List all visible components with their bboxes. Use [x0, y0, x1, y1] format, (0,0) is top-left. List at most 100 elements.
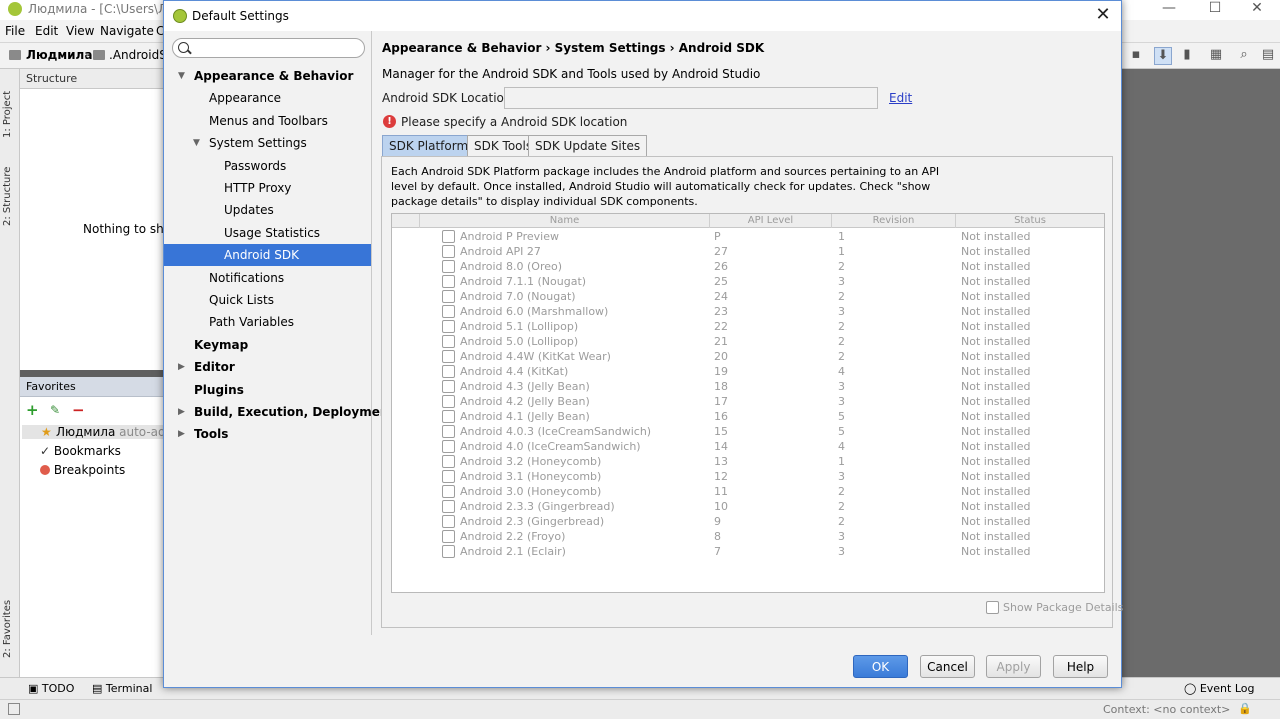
package-checkbox[interactable]	[442, 350, 455, 363]
favorites-tool-tab[interactable]: 2: Favorites	[2, 589, 18, 669]
tree-item[interactable]: Appearance	[209, 87, 281, 109]
menu-navigate[interactable]: Navigate	[100, 24, 154, 38]
package-checkbox[interactable]	[442, 425, 455, 438]
close-icon[interactable]: ✕	[1091, 4, 1115, 28]
table-row[interactable]: Android 4.4W (KitKat Wear) 20 2 Not install…	[392, 349, 1104, 364]
column-header-name[interactable]: Name	[420, 214, 710, 228]
package-checkbox[interactable]	[442, 515, 455, 528]
tree-item[interactable]: Tools	[194, 423, 228, 445]
expand-arrow-icon[interactable]: ▼	[193, 132, 200, 154]
package-checkbox[interactable]	[442, 275, 455, 288]
status-toggle-icon[interactable]	[8, 703, 20, 715]
tree-item[interactable]: HTTP Proxy	[224, 177, 291, 199]
package-checkbox[interactable]	[442, 290, 455, 303]
package-checkbox[interactable]	[442, 305, 455, 318]
tab-sdk-update-sites[interactable]: SDK Update Sites	[528, 135, 648, 156]
table-row[interactable]: Android 4.3 (Jelly Bean) 18 3 Not installed	[392, 379, 1104, 394]
package-checkbox[interactable]	[442, 455, 455, 468]
tree-item[interactable]: Updates	[224, 199, 274, 221]
tree-item[interactable]: Keymap	[194, 334, 248, 356]
lock-icon[interactable]: 🔒	[1238, 702, 1252, 715]
package-checkbox[interactable]	[442, 530, 455, 543]
add-icon[interactable]: +	[26, 401, 39, 419]
table-row[interactable]: Android 2.3.3 (Gingerbread) 10 2 Not instal…	[392, 499, 1104, 514]
table-row[interactable]: Android 6.0 (Marshmallow) 23 3 Not installe…	[392, 304, 1104, 319]
package-checkbox[interactable]	[442, 470, 455, 483]
table-row[interactable]: Android 4.4 (KitKat) 19 4 Not installed	[392, 364, 1104, 379]
column-header-revision[interactable]: Revision	[832, 214, 956, 228]
tree-item[interactable]: Editor	[194, 356, 235, 378]
package-checkbox[interactable]	[442, 335, 455, 348]
column-header-api-level[interactable]: API Level	[710, 214, 832, 228]
cancel-button[interactable]: Cancel	[920, 655, 975, 678]
package-checkbox[interactable]	[442, 395, 455, 408]
tree-item[interactable]: Notifications	[209, 267, 284, 289]
favorite-item[interactable]: ✓ Bookmarks	[40, 444, 121, 458]
sdk-location-field[interactable]	[504, 87, 878, 109]
package-checkbox[interactable]	[442, 320, 455, 333]
collapse-arrow-icon[interactable]: ▶	[178, 356, 185, 378]
sdk-manager-icon[interactable]: ⬇	[1154, 47, 1172, 65]
project-structure-icon[interactable]: ▦	[1207, 47, 1225, 65]
collapse-arrow-icon[interactable]: ▶	[178, 401, 185, 423]
edit-icon[interactable]: ✎	[50, 403, 60, 417]
table-row[interactable]: Android 2.3 (Gingerbread) 9 2 Not installed	[392, 514, 1104, 529]
tree-item[interactable]: Usage Statistics	[224, 222, 320, 244]
avd-manager-icon[interactable]: ▮	[1178, 47, 1196, 65]
maximize-icon[interactable]: ☐	[1192, 0, 1238, 20]
table-row[interactable]: Android 3.1 (Honeycomb) 12 3 Not installed	[392, 469, 1104, 484]
event-log-button[interactable]: ◯ Event Log	[1184, 682, 1254, 695]
collapse-arrow-icon[interactable]: ▶	[178, 423, 185, 445]
layout-icon[interactable]: ▤	[1259, 47, 1277, 65]
package-checkbox[interactable]	[442, 245, 455, 258]
tree-item[interactable]: Android SDK	[164, 244, 371, 267]
package-checkbox[interactable]	[442, 380, 455, 393]
favorite-item[interactable]: ★ Людмила auto-added	[22, 425, 188, 439]
table-row[interactable]: Android 4.2 (Jelly Bean) 17 3 Not installed	[392, 394, 1104, 409]
table-row[interactable]: Android 2.2 (Froyo) 8 3 Not installed	[392, 529, 1104, 544]
show-details-checkbox[interactable]	[986, 601, 999, 614]
menu-file[interactable]: File	[5, 24, 25, 38]
table-row[interactable]: Android 5.0 (Lollipop) 21 2 Not installed	[392, 334, 1104, 349]
minimize-icon[interactable]: —	[1146, 0, 1192, 20]
table-row[interactable]: Android 8.0 (Oreo) 26 2 Not installed	[392, 259, 1104, 274]
tree-item[interactable]: Passwords	[224, 155, 286, 177]
tree-item[interactable]: Build, Execution, Deployment	[194, 401, 394, 423]
toolbar-icon[interactable]: ▪	[1127, 47, 1145, 65]
package-checkbox[interactable]	[442, 485, 455, 498]
package-checkbox[interactable]	[442, 260, 455, 273]
tree-item[interactable]: System Settings	[209, 132, 307, 154]
settings-search[interactable]	[172, 38, 365, 58]
tree-item[interactable]: Path Variables	[209, 311, 294, 333]
column-header-status[interactable]: Status	[956, 214, 1104, 228]
tree-item[interactable]: Appearance & Behavior	[194, 65, 353, 87]
table-row[interactable]: Android 4.1 (Jelly Bean) 16 5 Not installed	[392, 409, 1104, 424]
tree-item[interactable]: Quick Lists	[209, 289, 274, 311]
menu-edit[interactable]: Edit	[35, 24, 58, 38]
table-row[interactable]: Android 4.0 (IceCreamSandwich) 14 4 Not ins…	[392, 439, 1104, 454]
close-window-icon[interactable]: ✕	[1234, 0, 1280, 20]
menu-view[interactable]: View	[66, 24, 94, 38]
ok-button[interactable]: OK	[853, 655, 908, 678]
table-row[interactable]: Android 7.0 (Nougat) 24 2 Not installed	[392, 289, 1104, 304]
todo-tool-button[interactable]: ▣ TODO	[28, 682, 74, 695]
table-row[interactable]: Android P Preview P 1 Not installed	[392, 229, 1104, 244]
package-checkbox[interactable]	[442, 230, 455, 243]
table-row[interactable]: Android 7.1.1 (Nougat) 25 3 Not installed	[392, 274, 1104, 289]
apply-button[interactable]: Apply	[986, 655, 1041, 678]
edit-location-link[interactable]: Edit	[889, 91, 912, 105]
structure-tool-tab[interactable]: 2: Structure	[2, 159, 18, 234]
table-row[interactable]: Android 3.0 (Honeycomb) 11 2 Not installed	[392, 484, 1104, 499]
table-row[interactable]: Android 2.1 (Eclair) 7 3 Not installed	[392, 544, 1104, 559]
package-checkbox[interactable]	[442, 545, 455, 558]
project-tool-tab[interactable]: 1: Project	[2, 79, 18, 149]
package-checkbox[interactable]	[442, 440, 455, 453]
nav-crumb-project[interactable]: Людмила	[26, 48, 92, 62]
table-row[interactable]: Android 5.1 (Lollipop) 22 2 Not installed	[392, 319, 1104, 334]
package-checkbox[interactable]	[442, 410, 455, 423]
show-package-details[interactable]: Show Package Details	[986, 601, 1123, 614]
terminal-tool-button[interactable]: ▤ Terminal	[92, 682, 152, 695]
tree-item[interactable]: Plugins	[194, 379, 244, 401]
table-row[interactable]: Android API 27 27 1 Not installed	[392, 244, 1104, 259]
package-checkbox[interactable]	[442, 500, 455, 513]
